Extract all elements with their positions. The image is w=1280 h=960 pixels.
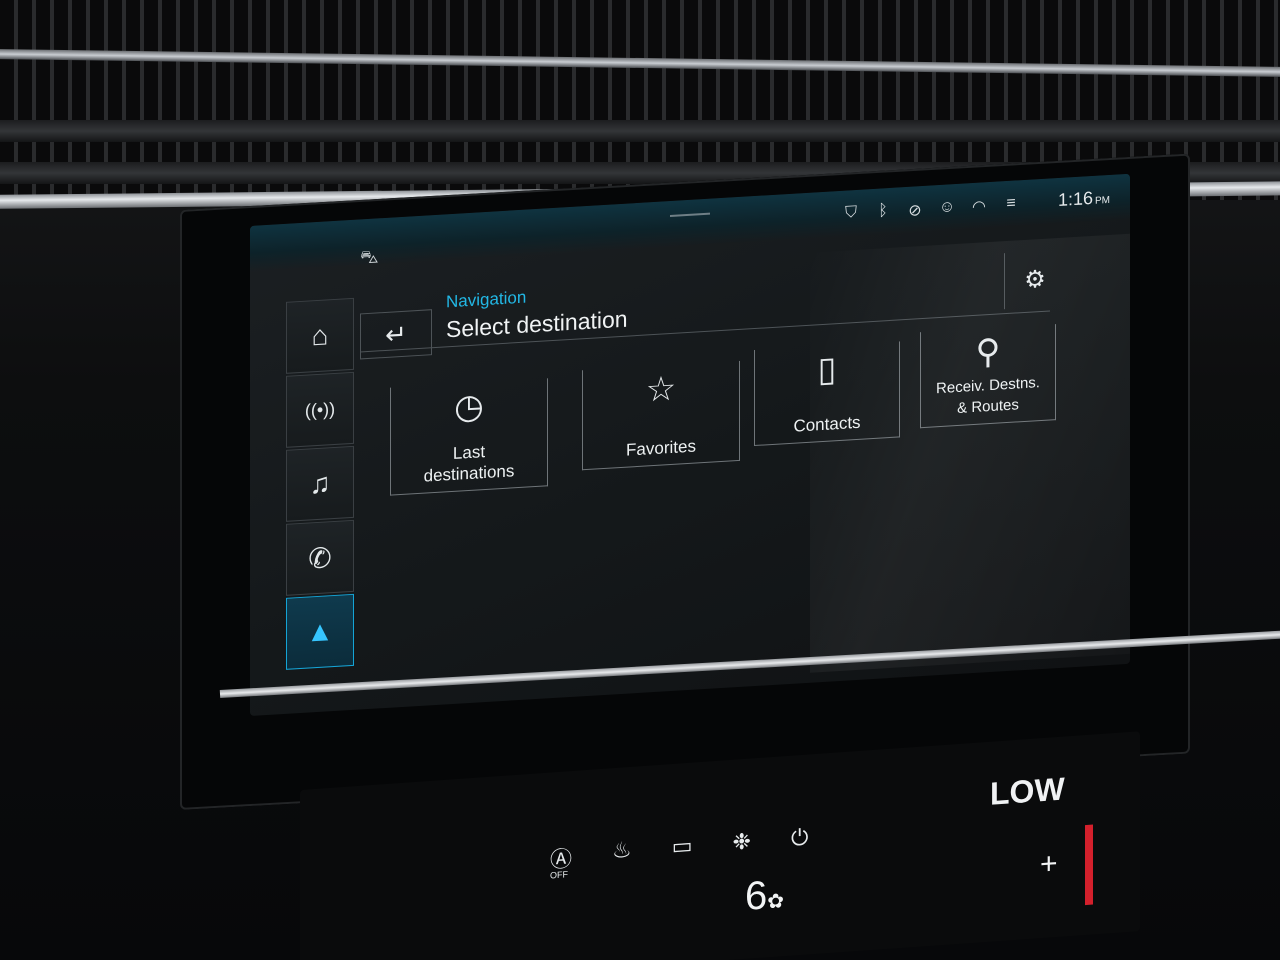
sidenav-home-icon[interactable]: ⌂: [286, 297, 354, 374]
clock: 1:16 PM: [1058, 187, 1110, 211]
seat-heat-icon[interactable]: ♨: [612, 837, 632, 876]
wifi-icon: ◠: [972, 198, 986, 217]
tile-label: Favorites: [583, 433, 739, 463]
destination-tiles: ◷ Last destinations ☆ Favorites ▯ Contac…: [390, 324, 1080, 518]
clock-time: 1:16: [1057, 187, 1093, 210]
sidenav-radio-icon[interactable]: ((•)): [286, 371, 354, 448]
fan-seat-icon[interactable]: ❉: [733, 828, 751, 867]
tile-received-destinations[interactable]: ⚲ Receiv. Destns. & Routes: [920, 324, 1056, 429]
person-icon: ☺: [938, 198, 956, 217]
section-label: Navigation: [446, 287, 527, 312]
back-button[interactable]: ↵: [360, 309, 432, 360]
status-icons: ⛉ ᛒ ⊘ ☺ ◠ ≡: [842, 194, 1020, 225]
fan-level: 6✿: [745, 872, 784, 920]
tile-favorites[interactable]: ☆ Favorites: [582, 360, 740, 471]
bluetooth-icon: ᛒ: [878, 202, 888, 220]
tile-label-line2: Favorites: [626, 436, 696, 460]
car-info-icon[interactable]: ⛍: [360, 246, 386, 270]
vent-bar: [0, 120, 1280, 142]
temperature-plus-button[interactable]: +: [1040, 847, 1058, 882]
lte-icon: ≡: [1006, 194, 1016, 213]
sidenav-phone-icon[interactable]: ✆: [286, 519, 354, 596]
star-icon: ☆: [645, 369, 677, 410]
heat-indicator: [1085, 824, 1093, 906]
auto-off-icon[interactable]: Ⓐ OFF: [550, 841, 572, 881]
car-dashboard-scene: ⛉ ᛒ ⊘ ☺ ◠ ≡ 1:16 PM ⛍ ⌂ ((•)) ♫ ✆ ▲ ↵ Nav…: [0, 0, 1280, 960]
tile-label: Receiv. Destns. & Routes: [921, 371, 1055, 421]
location-pin-icon: ⚲: [975, 332, 1001, 372]
temperature-low: LOW: [990, 770, 1065, 812]
tile-label: Last destinations: [391, 437, 547, 488]
sidenav-navigation-icon[interactable]: ▲: [286, 593, 354, 670]
fan-level-value: 6: [745, 873, 768, 919]
settings-gear-icon[interactable]: ⚙: [1004, 249, 1065, 310]
auto-off-label: OFF: [550, 869, 568, 881]
clock-icon: ◷: [454, 387, 484, 427]
tile-contacts[interactable]: ▯ Contacts: [754, 341, 900, 447]
contacts-book-icon: ▯: [817, 350, 837, 390]
fan-icon: ✿: [767, 890, 785, 914]
tile-label-line2: Contacts: [793, 412, 861, 436]
mute-icon: ⊘: [908, 202, 922, 220]
clock-ampm: PM: [1095, 194, 1110, 207]
pulldown-handle[interactable]: [670, 212, 710, 218]
tile-last-destinations[interactable]: ◷ Last destinations: [390, 378, 548, 496]
shield-location-icon: ⛉: [844, 203, 857, 222]
infotainment-screen: ⛉ ᛒ ⊘ ☺ ◠ ≡ 1:16 PM ⛍ ⌂ ((•)) ♫ ✆ ▲ ↵ Nav…: [250, 173, 1130, 716]
power-icon[interactable]: ⏻: [791, 824, 808, 863]
vent-slat: [0, 48, 1280, 78]
tile-label: Contacts: [755, 409, 899, 439]
side-navigation: ⌂ ((•)) ♫ ✆ ▲: [286, 297, 356, 682]
rear-defrost-icon[interactable]: ▭: [672, 833, 693, 872]
page-title: Select destination: [446, 305, 628, 343]
sidenav-media-icon[interactable]: ♫: [286, 445, 354, 522]
